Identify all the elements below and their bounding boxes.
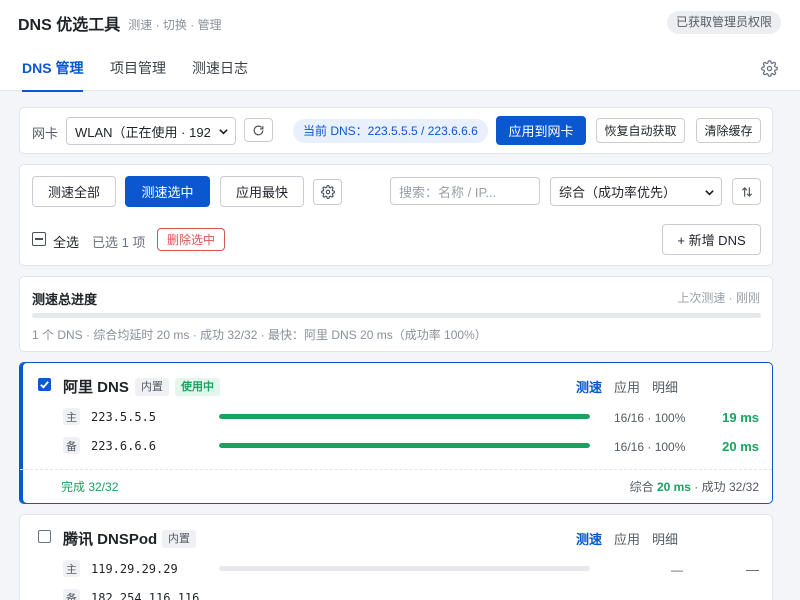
- dns-apply-link[interactable]: 应用: [614, 529, 640, 548]
- delete-selected-button[interactable]: 删除选中: [157, 228, 225, 251]
- last-test-time: 上次测速 · 刚刚: [677, 291, 760, 305]
- primary-latency: 19 ms: [722, 410, 759, 425]
- dns-select-checkbox[interactable]: [38, 378, 51, 391]
- sort-select[interactable]: 综合（成功率优先）: [550, 177, 722, 206]
- primary-latency: —: [746, 562, 759, 577]
- dns-select-checkbox[interactable]: [38, 530, 51, 543]
- dns-card[interactable]: 腾讯 DNSPod 内置 测速 应用 明细 主 119.29.29.29 — —…: [19, 514, 773, 600]
- dns-name: 阿里 DNS: [63, 379, 129, 396]
- sort-arrows-icon: [741, 186, 752, 197]
- test-selected-button[interactable]: 测速选中: [125, 176, 210, 207]
- primary-progress-bar: [219, 414, 590, 419]
- secondary-latency: 20 ms: [722, 439, 759, 454]
- adapter-label: 网卡: [32, 126, 59, 141]
- test-settings-button[interactable]: [313, 179, 342, 205]
- adapter-card: 网卡 WLAN（正在使用 · 192 当前 DNS：223.5.5.5 / 22…: [19, 107, 773, 154]
- select-all-label[interactable]: 全选: [53, 232, 79, 251]
- primary-label: 主: [63, 408, 80, 425]
- admin-status-badge: 已获取管理员权限: [666, 11, 781, 34]
- apply-fastest-button[interactable]: 应用最快: [220, 176, 304, 207]
- dns-summary: 综合 20 ms · 成功 32/32: [630, 478, 759, 495]
- test-all-button[interactable]: 测速全部: [32, 176, 116, 207]
- current-dns-badge: 当前 DNS：223.5.5.5 / 223.6.6.6: [293, 119, 488, 143]
- secondary-ip: 182.254.116.116: [91, 591, 200, 600]
- secondary-ip: 223.6.6.6: [91, 439, 157, 453]
- search-input[interactable]: 搜索：名称 / IP...: [390, 177, 540, 205]
- clear-cache-button[interactable]: 清除缓存: [696, 118, 761, 143]
- secondary-progress-fill: [219, 443, 590, 448]
- secondary-label: 备: [63, 437, 80, 454]
- app-title: DNS 优选工具: [18, 17, 121, 34]
- refresh-icon: [253, 125, 264, 135]
- sort-direction-button[interactable]: [732, 178, 761, 205]
- summary-prefix: 综合: [629, 480, 657, 494]
- primary-label: 主: [63, 560, 80, 577]
- chevron-down-icon: [219, 129, 228, 135]
- overall-progress-bar: [32, 313, 761, 318]
- secondary-label: 备: [63, 589, 80, 600]
- app-header: DNS 优选工具 测速 · 切换 · 管理 已获取管理员权限: [0, 0, 800, 46]
- secondary-progress-bar: [219, 443, 590, 448]
- progress-card: 测速总进度 上次测速 · 刚刚 1 个 DNS · 综合均延时 20 ms · …: [19, 276, 773, 352]
- dns-test-link[interactable]: 测速: [576, 529, 602, 548]
- dns-name: 腾讯 DNSPod: [63, 531, 158, 548]
- primary-ip: 119.29.29.29: [91, 562, 178, 576]
- primary-progress-fill: [219, 414, 590, 419]
- tab-test-log[interactable]: 测速日志: [192, 46, 248, 91]
- tab-project-manage[interactable]: 项目管理: [110, 46, 166, 91]
- builtin-tag: 内置: [162, 530, 196, 548]
- card-divider: [20, 469, 772, 470]
- chevron-down-icon: [705, 190, 714, 196]
- tab-bar: DNS 管理 项目管理 测速日志: [0, 46, 800, 92]
- indeterminate-mark: [35, 238, 43, 240]
- refresh-adapters-button[interactable]: [244, 118, 273, 142]
- builtin-tag: 内置: [135, 378, 169, 396]
- overall-progress-fill: [32, 313, 761, 318]
- primary-stat: —: [671, 563, 683, 577]
- add-dns-button[interactable]: + 新增 DNS: [662, 224, 761, 255]
- apply-to-adapter-button[interactable]: 应用到网卡: [496, 116, 586, 145]
- test-complete-status: 完成 32/32: [61, 480, 119, 494]
- adapter-select-value: WLAN（正在使用 · 192: [75, 124, 211, 140]
- sort-select-value: 综合（成功率优先）: [559, 185, 677, 200]
- progress-title: 测速总进度: [32, 292, 98, 307]
- tab-dns-manage[interactable]: DNS 管理: [22, 46, 84, 92]
- dns-card[interactable]: 阿里 DNS 内置 使用中 测速 应用 明细 主 223.5.5.5 16/16…: [19, 362, 773, 504]
- dns-detail-link[interactable]: 明细: [652, 529, 678, 548]
- progress-summary: 1 个 DNS · 综合均延时 20 ms · 成功 32/32 · 最快：阿里…: [32, 328, 487, 342]
- selected-count: 已选 1 项: [92, 235, 146, 250]
- app-subtitle: 测速 · 切换 · 管理: [128, 17, 222, 32]
- dns-detail-link[interactable]: 明细: [652, 377, 678, 396]
- adapter-select[interactable]: WLAN（正在使用 · 192: [66, 117, 236, 145]
- dns-test-link[interactable]: 测速: [576, 377, 602, 396]
- primary-ip: 223.5.5.5: [91, 410, 157, 424]
- check-icon: [40, 381, 49, 389]
- summary-latency: 20 ms: [656, 480, 691, 494]
- primary-progress-bar: [219, 566, 590, 571]
- gear-icon: [320, 185, 335, 199]
- primary-stat: 16/16 · 100%: [614, 411, 686, 425]
- secondary-stat: 16/16 · 100%: [614, 440, 686, 454]
- dns-apply-link[interactable]: 应用: [614, 377, 640, 396]
- settings-gear-icon[interactable]: [761, 60, 778, 77]
- restore-auto-button[interactable]: 恢复自动获取: [596, 118, 685, 143]
- summary-suffix: · 成功 32/32: [690, 480, 759, 494]
- active-tag: 使用中: [175, 378, 220, 396]
- toolbar-card: 测速全部 测速选中 应用最快 搜索：名称 / IP... 综合（成功率优先） 全…: [19, 164, 773, 266]
- select-all-checkbox[interactable]: [32, 232, 46, 246]
